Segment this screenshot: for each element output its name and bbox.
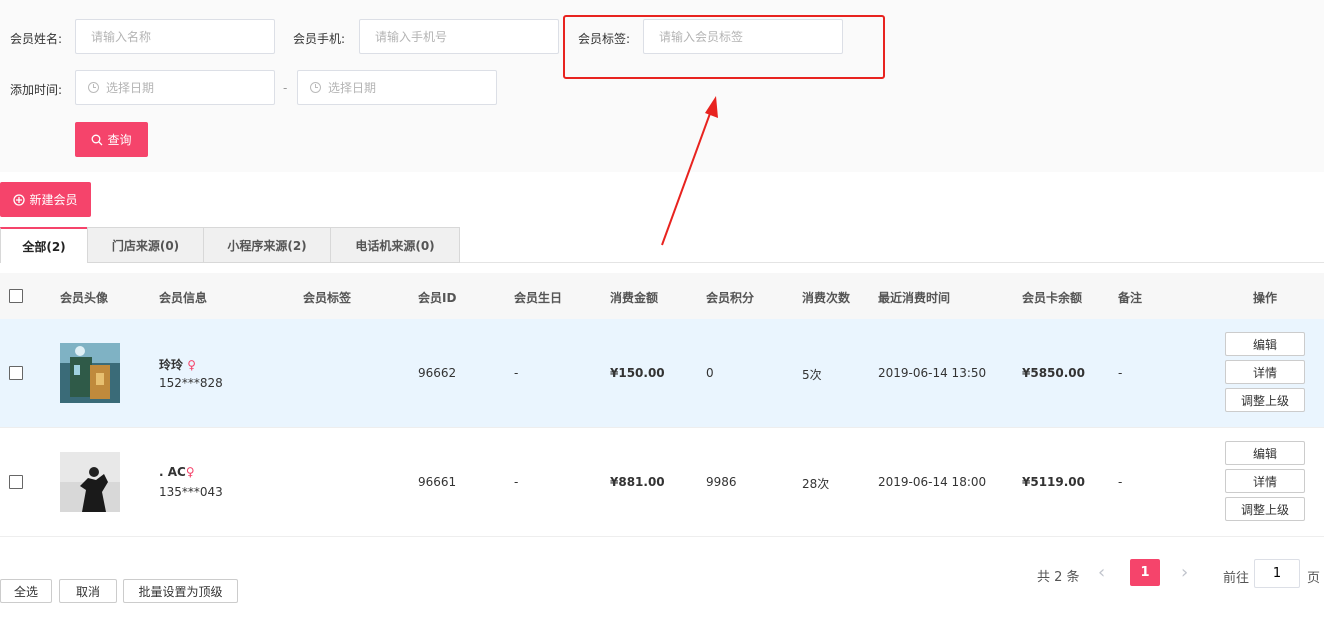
cancel-button[interactable]: 取消 [59, 579, 117, 603]
member-birthday: - [514, 366, 519, 380]
tab-store-source[interactable]: 门店来源(0) [87, 227, 204, 263]
table-header: 会员头像 会员信息 会员标签 会员ID 会员生日 消费金额 会员积分 消费次数 … [0, 273, 1324, 319]
member-points: 0 [706, 366, 714, 380]
row-checkbox[interactable] [9, 366, 23, 380]
member-phone-input[interactable] [359, 19, 559, 54]
select-all-button[interactable]: 全选 [0, 579, 52, 603]
member-points: 9986 [706, 475, 737, 489]
batch-set-top-button[interactable]: 批量设置为顶级 [123, 579, 238, 603]
header-balance: 会员卡余额 [1022, 291, 1083, 305]
member-name: 玲玲 ♀ [159, 358, 196, 372]
date-end-input[interactable] [328, 71, 488, 104]
member-id: 96661 [418, 475, 457, 489]
header-last-time: 最近消费时间 [878, 291, 951, 305]
header-amount: 消费金额 [610, 291, 659, 305]
query-button-label: 查询 [107, 133, 132, 147]
detail-button[interactable]: 详情 [1225, 469, 1305, 493]
member-remark: - [1118, 366, 1123, 380]
date-end-picker[interactable] [297, 70, 497, 105]
member-remark: - [1118, 475, 1123, 489]
member-phone-label: 会员手机: [293, 32, 346, 46]
table-row: 玲玲 ♀ 152***828 96662 - ¥150.00 0 5次 2019… [0, 319, 1324, 428]
row-checkbox[interactable] [9, 475, 23, 489]
header-tag: 会员标签 [303, 291, 352, 305]
member-id: 96662 [418, 366, 457, 380]
header-id: 会员ID [418, 291, 457, 305]
member-name-label: 会员姓名: [10, 32, 63, 46]
new-member-button[interactable]: 新建会员 [0, 182, 91, 217]
page-number-1[interactable]: 1 [1130, 559, 1160, 586]
clock-icon [310, 82, 321, 93]
table-row: . AC♀ 135***043 96661 - ¥881.00 9986 28次… [0, 428, 1324, 537]
date-separator: - [283, 81, 288, 95]
header-remark: 备注 [1118, 291, 1143, 305]
card-balance: ¥5850.00 [1022, 366, 1086, 380]
tab-all[interactable]: 全部(2) [0, 227, 88, 263]
page-suffix-label: 页 [1307, 571, 1321, 586]
card-balance: ¥5119.00 [1022, 475, 1086, 489]
header-info: 会员信息 [159, 291, 208, 305]
annotation-arrow [661, 96, 718, 246]
edit-button[interactable]: 编辑 [1225, 441, 1305, 465]
consume-count: 28次 [802, 477, 830, 491]
avatar [60, 452, 120, 512]
member-name-input[interactable] [75, 19, 275, 54]
pagination-total: 共 2 条 [1037, 570, 1080, 585]
date-start-picker[interactable] [75, 70, 275, 105]
header-points: 会员积分 [706, 291, 755, 305]
header-birthday: 会员生日 [514, 291, 563, 305]
last-consume-time: 2019-06-14 18:00 [878, 475, 987, 489]
goto-page-input[interactable] [1254, 559, 1300, 588]
member-name: . AC♀ [159, 465, 195, 479]
next-page-icon[interactable]: › [1181, 562, 1188, 583]
plus-circle-icon [13, 193, 26, 206]
edit-button[interactable]: 编辑 [1225, 332, 1305, 356]
query-button[interactable]: 查询 [75, 122, 148, 157]
clock-icon [88, 82, 99, 93]
select-all-checkbox[interactable] [9, 289, 23, 303]
consume-count: 5次 [802, 368, 822, 382]
annotation-highlight-box [563, 15, 885, 79]
tab-miniprogram-source[interactable]: 小程序来源(2) [203, 227, 331, 263]
detail-button[interactable]: 详情 [1225, 360, 1305, 384]
female-icon: ♀ [187, 358, 196, 372]
search-icon [92, 134, 103, 145]
female-icon: ♀ [185, 465, 195, 479]
last-consume-time: 2019-06-14 13:50 [878, 366, 987, 380]
date-start-input[interactable] [106, 71, 266, 104]
goto-label: 前往 [1223, 571, 1250, 586]
header-avatar: 会员头像 [60, 291, 109, 305]
header-count: 消费次数 [802, 291, 851, 305]
prev-page-icon[interactable]: ‹ [1098, 562, 1105, 583]
member-birthday: - [514, 475, 519, 489]
tab-phone-source[interactable]: 电话机来源(0) [330, 227, 460, 263]
header-ops: 操作 [1253, 291, 1278, 305]
consume-amount: ¥150.00 [610, 366, 665, 380]
adjust-superior-button[interactable]: 调整上级 [1225, 388, 1305, 412]
consume-amount: ¥881.00 [610, 475, 665, 489]
avatar [60, 343, 120, 403]
adjust-superior-button[interactable]: 调整上级 [1225, 497, 1305, 521]
new-member-label: 新建会员 [29, 193, 78, 207]
member-phone: 152***828 [159, 376, 223, 390]
member-phone: 135***043 [159, 485, 223, 499]
add-time-label: 添加时间: [10, 83, 63, 97]
